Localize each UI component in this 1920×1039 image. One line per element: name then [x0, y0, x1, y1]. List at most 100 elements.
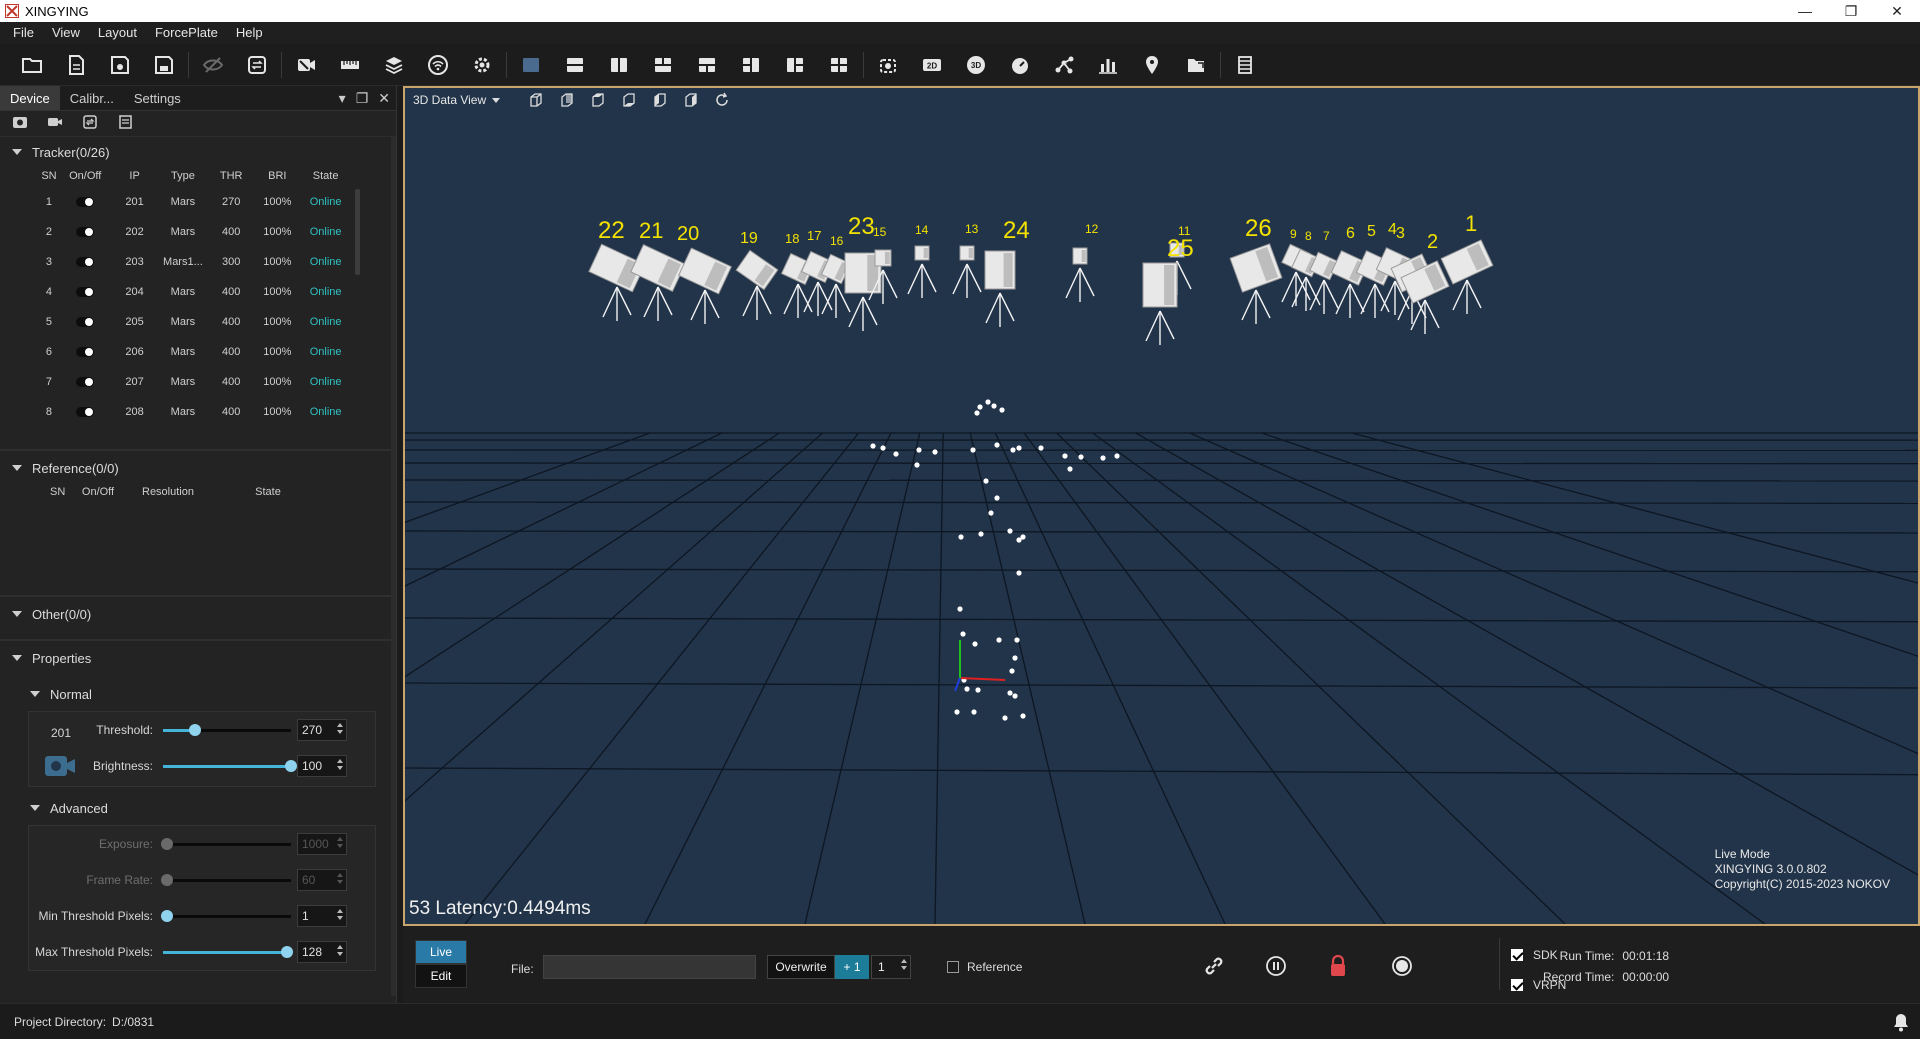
- layers-icon[interactable]: [372, 49, 416, 81]
- hide-icon[interactable]: [191, 49, 235, 81]
- col-bri[interactable]: BRI: [255, 165, 299, 187]
- folder-tag-icon[interactable]: [1174, 49, 1218, 81]
- col-onoff[interactable]: On/Off: [60, 165, 111, 187]
- list-panel-icon[interactable]: [1223, 49, 1267, 81]
- sync-icon[interactable]: [235, 49, 279, 81]
- reference-section-header[interactable]: Reference(0/0): [0, 455, 396, 481]
- layout-three-left-icon[interactable]: [729, 49, 773, 81]
- layout-three-right-icon[interactable]: [773, 49, 817, 81]
- tab-device[interactable]: Device: [0, 86, 60, 110]
- layout-horizontal-icon[interactable]: [553, 49, 597, 81]
- menu-help[interactable]: Help: [227, 22, 272, 44]
- min-threshold-slider[interactable]: [161, 909, 291, 922]
- menu-forceplate[interactable]: ForcePlate: [146, 22, 227, 44]
- wireless-icon[interactable]: [416, 49, 460, 81]
- increment-button[interactable]: + 1: [835, 955, 869, 979]
- tracker-row[interactable]: 7 207 Mars 400 100% Online: [38, 367, 352, 397]
- view-left-icon[interactable]: [644, 92, 675, 108]
- save-as-icon[interactable]: [142, 49, 186, 81]
- advanced-section-header[interactable]: Advanced: [0, 795, 396, 821]
- brightness-spinbox[interactable]: 100: [297, 755, 347, 777]
- pause-icon[interactable]: [1263, 953, 1289, 979]
- tracker-camera[interactable]: [914, 245, 930, 261]
- vrpn-checkbox-box[interactable]: [1511, 979, 1523, 991]
- record-icon[interactable]: [1389, 953, 1415, 979]
- max-threshold-slider-knob[interactable]: [281, 945, 293, 958]
- bar-chart-icon[interactable]: [1086, 49, 1130, 81]
- threshold-spinbox[interactable]: 270: [297, 719, 347, 741]
- skeleton-link-icon[interactable]: [1042, 49, 1086, 81]
- tracker-row[interactable]: 3 203 Mars1... 300 100% Online: [38, 247, 352, 277]
- view-3d-icon[interactable]: 3D: [954, 49, 998, 81]
- col-sn[interactable]: SN: [38, 481, 78, 503]
- view-selector[interactable]: 3D Data View: [413, 93, 486, 107]
- live-mode-button[interactable]: Live: [415, 940, 467, 964]
- layout-quad-icon[interactable]: [817, 49, 861, 81]
- panel-scrollbar[interactable]: [391, 136, 396, 996]
- col-onoff[interactable]: On/Off: [78, 481, 118, 503]
- spin-arrows-icon[interactable]: [901, 959, 907, 970]
- min-threshold-slider-knob[interactable]: [161, 909, 173, 922]
- tracker-onoff-toggle[interactable]: [76, 287, 95, 298]
- menu-layout[interactable]: Layout: [89, 22, 146, 44]
- view-selector-chevron-icon[interactable]: [492, 97, 501, 103]
- open-folder-icon[interactable]: [10, 49, 54, 81]
- tracker-row[interactable]: 4 204 Mars 400 100% Online: [38, 277, 352, 307]
- vrpn-checkbox[interactable]: VRPN: [1511, 970, 1566, 1000]
- notification-bell-icon[interactable]: [1892, 1012, 1910, 1035]
- layout-vertical-icon[interactable]: [597, 49, 641, 81]
- brightness-slider[interactable]: [163, 759, 297, 772]
- view-back-icon[interactable]: [551, 92, 582, 108]
- spin-arrows-icon[interactable]: [337, 909, 343, 920]
- device-camera-icon[interactable]: [12, 114, 28, 133]
- spin-arrows-icon[interactable]: [337, 759, 343, 770]
- float-panel-icon[interactable]: ❐: [356, 90, 369, 107]
- col-state[interactable]: State: [218, 481, 318, 503]
- reference-checkbox[interactable]: Reference: [947, 960, 1022, 974]
- tab-settings[interactable]: Settings: [124, 86, 191, 110]
- tracker-row[interactable]: 5 205 Mars 400 100% Online: [38, 307, 352, 337]
- minimize-icon[interactable]: —: [1782, 0, 1828, 22]
- tracker-row[interactable]: 2 202 Mars 400 100% Online: [38, 217, 352, 247]
- tracker-onoff-toggle[interactable]: [76, 227, 95, 238]
- refresh-device-icon[interactable]: [82, 114, 98, 133]
- other-section-header[interactable]: Other(0/0): [0, 601, 396, 627]
- layout-three-top-icon[interactable]: [641, 49, 685, 81]
- tracker-scrollbar[interactable]: [355, 189, 360, 275]
- tracker-row[interactable]: 8 208 Mars 400 100% Online: [38, 397, 352, 427]
- col-type[interactable]: Type: [159, 165, 207, 187]
- col-ip[interactable]: IP: [110, 165, 158, 187]
- file-name-input[interactable]: [543, 955, 756, 979]
- menu-file[interactable]: File: [4, 22, 43, 44]
- tracker-camera[interactable]: [874, 249, 892, 267]
- tracker-onoff-toggle[interactable]: [76, 257, 95, 268]
- tracker-onoff-toggle[interactable]: [76, 377, 95, 388]
- take-number-spinbox[interactable]: 1: [871, 955, 911, 979]
- max-threshold-slider[interactable]: [163, 945, 293, 958]
- tracker-camera[interactable]: [984, 250, 1016, 290]
- spin-arrows-icon[interactable]: [337, 945, 343, 956]
- tracker-row[interactable]: 6 206 Mars 400 100% Online: [38, 337, 352, 367]
- close-panel-icon[interactable]: ✕: [378, 90, 390, 107]
- tracker-camera[interactable]: [1072, 247, 1088, 265]
- col-thr[interactable]: THR: [207, 165, 255, 187]
- brightness-slider-knob[interactable]: [285, 759, 297, 772]
- location-pin-icon[interactable]: [1130, 49, 1174, 81]
- min-threshold-spinbox[interactable]: 1: [297, 905, 347, 927]
- tracker-camera[interactable]: [959, 245, 975, 261]
- threshold-slider-knob[interactable]: [189, 723, 201, 736]
- link-icon[interactable]: [1201, 953, 1227, 979]
- speed-gauge-icon[interactable]: [998, 49, 1042, 81]
- camera-off-icon[interactable]: [284, 49, 328, 81]
- max-threshold-spinbox[interactable]: 128: [297, 941, 347, 963]
- tab-calibration[interactable]: Calibr...: [60, 86, 124, 110]
- restore-icon[interactable]: ❐: [1828, 0, 1874, 22]
- tracker-onoff-toggle[interactable]: [76, 197, 95, 208]
- layout-three-bottom-icon[interactable]: [685, 49, 729, 81]
- new-file-icon[interactable]: [54, 49, 98, 81]
- spin-arrows-icon[interactable]: [337, 723, 343, 734]
- col-state[interactable]: State: [299, 165, 352, 187]
- sdk-checkbox[interactable]: SDK: [1511, 940, 1566, 970]
- tracker-onoff-toggle[interactable]: [76, 317, 95, 328]
- ruler-icon[interactable]: [328, 49, 372, 81]
